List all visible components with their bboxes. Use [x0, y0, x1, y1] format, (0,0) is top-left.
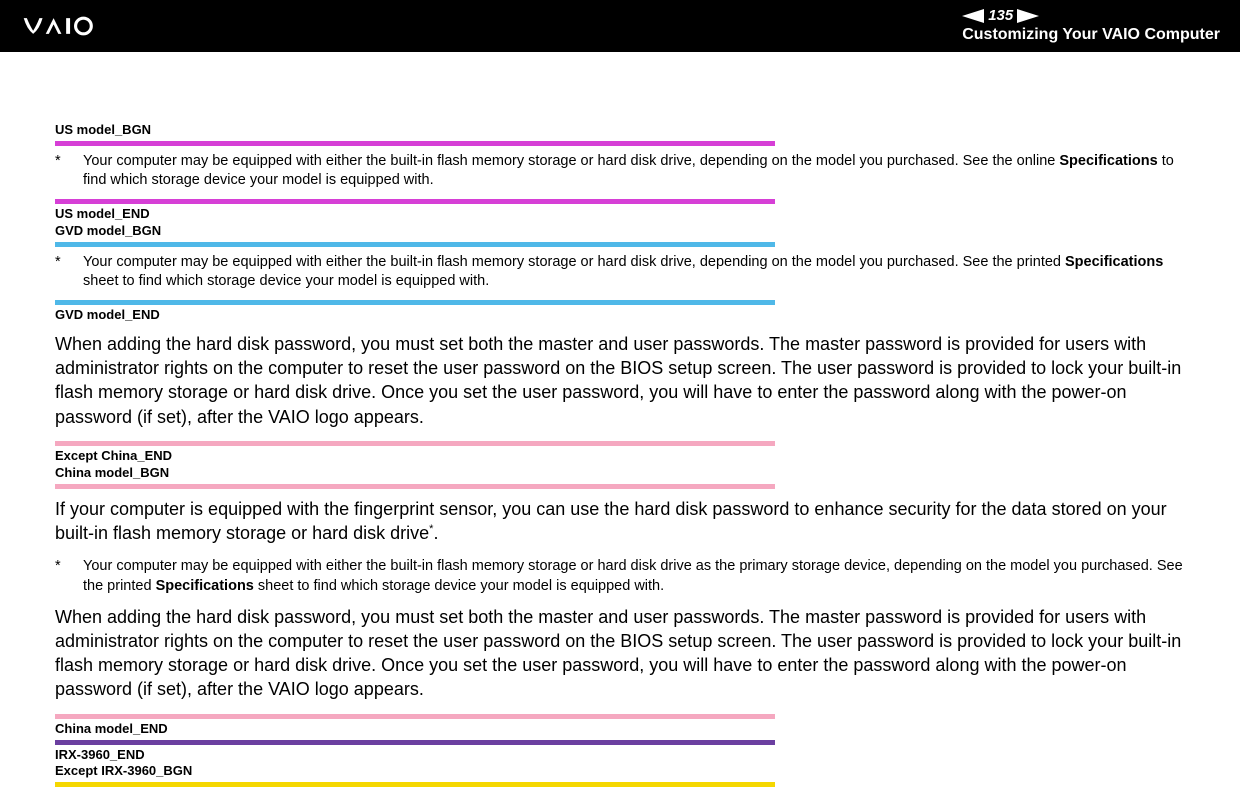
footnote-us: * Your computer may be equipped with eit…	[55, 152, 1185, 191]
note-post: sheet to find which storage device your …	[83, 273, 489, 289]
footnote-china: * Your computer may be equipped with eit…	[55, 557, 1185, 596]
note-bold: Specifications	[156, 578, 254, 594]
asterisk: *	[55, 557, 83, 596]
marker-china-end: China model_END	[55, 721, 1185, 738]
body-master-user-1: When adding the hard disk password, you …	[55, 332, 1185, 429]
arrow-right-icon[interactable]	[1017, 9, 1039, 23]
footnote-gvd: * Your computer may be equipped with eit…	[55, 253, 1185, 292]
marker-us-bgn: US model_BGN	[55, 122, 1185, 139]
note-pre: Your computer may be equipped with eithe…	[83, 254, 1065, 270]
header-info: 135 Customizing Your VAIO Computer	[962, 7, 1220, 44]
marker-gvd-end: GVD model_END	[55, 307, 1185, 324]
marker-gvd-bgn: GVD model_BGN	[55, 223, 1185, 240]
fp-pre: If your computer is equipped with the fi…	[55, 499, 1167, 543]
fp-post: .	[433, 523, 438, 543]
marker-except-china-end: Except China_END	[55, 448, 1185, 465]
marker-bar	[55, 782, 775, 787]
page-number: 135	[988, 7, 1013, 25]
footnote-text: Your computer may be equipped with eithe…	[83, 253, 1185, 292]
marker-bar	[55, 441, 775, 446]
body-fingerprint: If your computer is equipped with the fi…	[55, 497, 1185, 546]
marker-bar	[55, 714, 775, 719]
marker-bar	[55, 242, 775, 247]
vaio-logo	[20, 0, 150, 52]
marker-bar	[55, 141, 775, 146]
note-bold: Specifications	[1059, 153, 1157, 169]
page-content: US model_BGN * Your computer may be equi…	[0, 52, 1240, 811]
marker-bar	[55, 484, 775, 489]
page-header: 135 Customizing Your VAIO Computer	[0, 0, 1240, 52]
marker-us-end: US model_END	[55, 206, 1185, 223]
note-pre: Your computer may be equipped with eithe…	[83, 153, 1059, 169]
note-bold: Specifications	[1065, 254, 1163, 270]
footnote-text: Your computer may be equipped with eithe…	[83, 557, 1185, 596]
marker-except-irx-bgn: Except IRX-3960_BGN	[55, 763, 1185, 780]
nav-arrows: 135	[962, 7, 1220, 25]
marker-bar	[55, 740, 775, 745]
body-master-user-2: When adding the hard disk password, you …	[55, 605, 1185, 702]
asterisk: *	[55, 152, 83, 191]
marker-bar	[55, 300, 775, 305]
marker-bar	[55, 199, 775, 204]
asterisk: *	[55, 253, 83, 292]
page-title: Customizing Your VAIO Computer	[962, 25, 1220, 44]
note-post: sheet to find which storage device your …	[254, 578, 664, 594]
arrow-left-icon[interactable]	[962, 9, 984, 23]
marker-irx-end: IRX-3960_END	[55, 747, 1185, 764]
marker-china-bgn: China model_BGN	[55, 465, 1185, 482]
footnote-text: Your computer may be equipped with eithe…	[83, 152, 1185, 191]
